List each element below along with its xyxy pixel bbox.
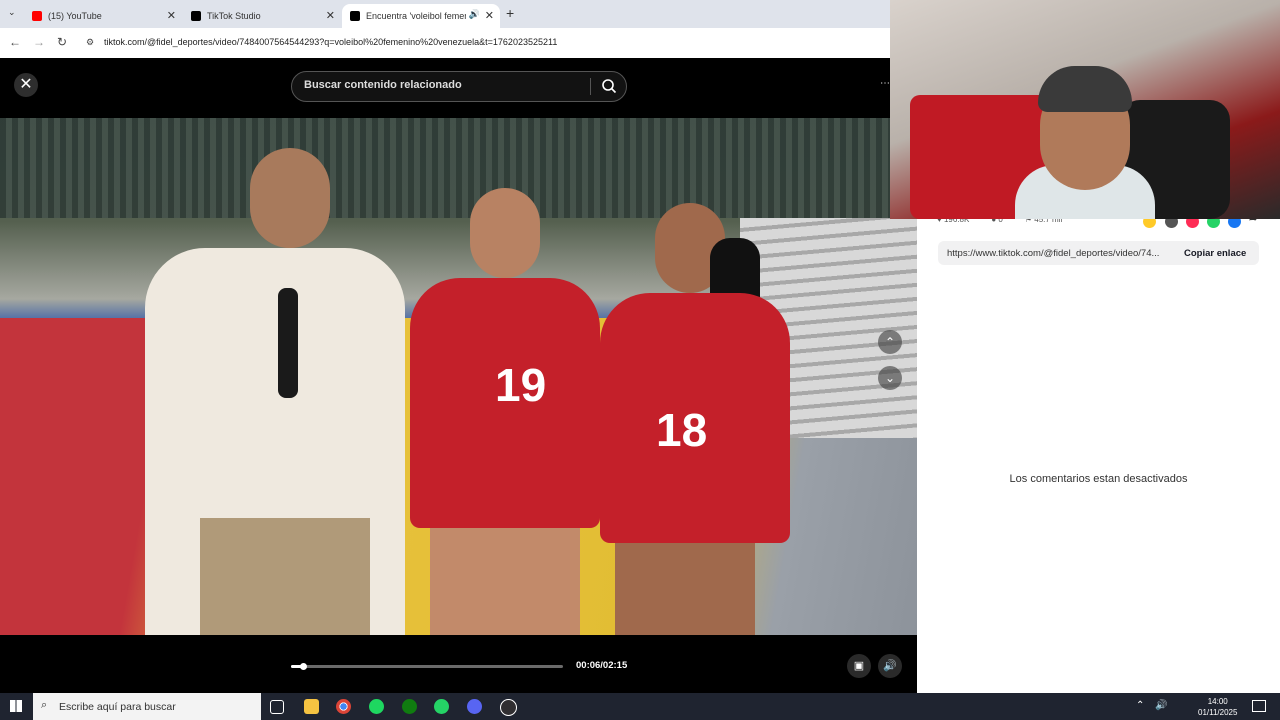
tab-youtube[interactable]: (15) YouTube ✕ — [24, 4, 182, 28]
search-icon[interactable] — [601, 78, 617, 94]
chrome-icon[interactable] — [336, 699, 351, 714]
windows-taskbar: ⌕ Escribe aquí para buscar ⌃ 🔊 14:00 01/… — [0, 693, 1280, 720]
miniplayer-icon[interactable]: ▣ — [847, 654, 871, 678]
more-options-icon[interactable]: ⋯ — [880, 78, 890, 89]
back-icon[interactable]: ← — [9, 35, 21, 49]
site-info-icon[interactable]: ⚙ — [86, 37, 94, 48]
share-link-text[interactable]: https://www.tiktok.com/@fidel_deportes/v… — [947, 248, 1169, 259]
gym-wall — [0, 118, 917, 218]
video-time: 00:06/02:15 — [576, 660, 628, 671]
video-details-panel: ♥ 196.8K ● 0 ⚑ 45.7 mil ➦ https://www.ti… — [917, 214, 1280, 693]
player-18-number: 18 — [656, 404, 708, 456]
url-field[interactable]: tiktok.com/@fidel_deportes/video/7484007… — [104, 37, 557, 47]
browser-tab-bar: ⌄ (15) YouTube ✕ TikTok Studio ✕ Encuent… — [0, 0, 890, 28]
youtube-icon — [32, 11, 42, 21]
notifications-icon[interactable] — [1252, 700, 1266, 712]
address-bar: ← → ↻ ⚙ tiktok.com/@fidel_deportes/video… — [0, 28, 890, 59]
whatsapp-icon[interactable] — [434, 699, 449, 714]
player-18-legs — [615, 543, 755, 635]
search-input[interactable] — [302, 78, 586, 92]
player-19-head — [470, 188, 540, 278]
tiktok-icon — [350, 11, 360, 21]
comments-disabled-message: Los comentarios estan desactivados — [1009, 473, 1188, 485]
tiktok-icon — [191, 11, 201, 21]
taskbar-clock[interactable]: 14:00 01/11/2025 — [1198, 696, 1237, 718]
taskbar-search-placeholder: Escribe aquí para buscar — [59, 701, 176, 713]
close-button[interactable]: ✕ — [14, 73, 38, 97]
tab-label: TikTok Studio — [207, 11, 261, 21]
webcam-person-cap — [1038, 66, 1132, 112]
webcam-overlay — [890, 0, 1280, 219]
search-box[interactable] — [291, 71, 627, 102]
interviewer-head — [250, 148, 330, 248]
tab-tiktok-studio[interactable]: TikTok Studio ✕ — [183, 4, 341, 28]
task-view-icon[interactable] — [270, 700, 284, 714]
new-tab-button[interactable]: + — [506, 5, 514, 21]
close-tab-icon[interactable]: ✕ — [167, 9, 176, 22]
close-tab-icon[interactable]: ✕ — [485, 9, 494, 22]
tab-label: (15) YouTube — [48, 11, 102, 21]
tiktok-video-page: ✕ ⋯ 19 18 ⌃ ⌄ 00:06/02: — [0, 58, 917, 693]
windows-start-icon[interactable] — [10, 700, 22, 712]
interviewer-pants — [200, 518, 370, 635]
video-player[interactable]: 19 18 — [0, 118, 917, 635]
progress-handle[interactable] — [299, 663, 307, 670]
tab-list-dropdown-icon[interactable]: ⌄ — [8, 7, 16, 18]
copy-link-button[interactable]: Copiar enlace — [1184, 248, 1246, 259]
forward-icon[interactable]: → — [33, 35, 45, 49]
video-progress-bar[interactable] — [291, 663, 563, 670]
tab-label: Encuentra 'voleibol femeni — [366, 11, 466, 21]
spotify-icon[interactable] — [369, 699, 384, 714]
discord-icon[interactable] — [467, 699, 482, 714]
tab-tiktok-search[interactable]: Encuentra 'voleibol femeni 🔊 ✕ — [342, 4, 500, 28]
obs-icon[interactable] — [500, 699, 517, 716]
clock-date: 01/11/2025 — [1198, 708, 1238, 717]
share-link-box: https://www.tiktok.com/@fidel_deportes/v… — [938, 241, 1259, 265]
search-icon: ⌕ — [41, 699, 48, 711]
speaker-icon[interactable]: 🔊 — [469, 9, 480, 20]
previous-video-button[interactable]: ⌃ — [878, 330, 902, 354]
taskbar-search-box[interactable]: ⌕ Escribe aquí para buscar — [33, 693, 261, 720]
xbox-icon[interactable] — [402, 699, 417, 714]
next-video-button[interactable]: ⌄ — [878, 366, 902, 390]
close-tab-icon[interactable]: ✕ — [326, 9, 335, 22]
file-explorer-icon[interactable] — [304, 699, 319, 714]
clock-time: 14:00 — [1207, 697, 1228, 706]
player-19-number: 19 — [495, 359, 547, 411]
system-tray-icons[interactable]: ⌃ 🔊 — [1136, 700, 1172, 711]
search-separator — [590, 78, 591, 95]
volume-icon[interactable]: 🔊 — [878, 654, 902, 678]
player-19-legs — [430, 528, 580, 635]
reload-icon[interactable]: ↻ — [57, 35, 67, 49]
microphone — [278, 288, 298, 398]
